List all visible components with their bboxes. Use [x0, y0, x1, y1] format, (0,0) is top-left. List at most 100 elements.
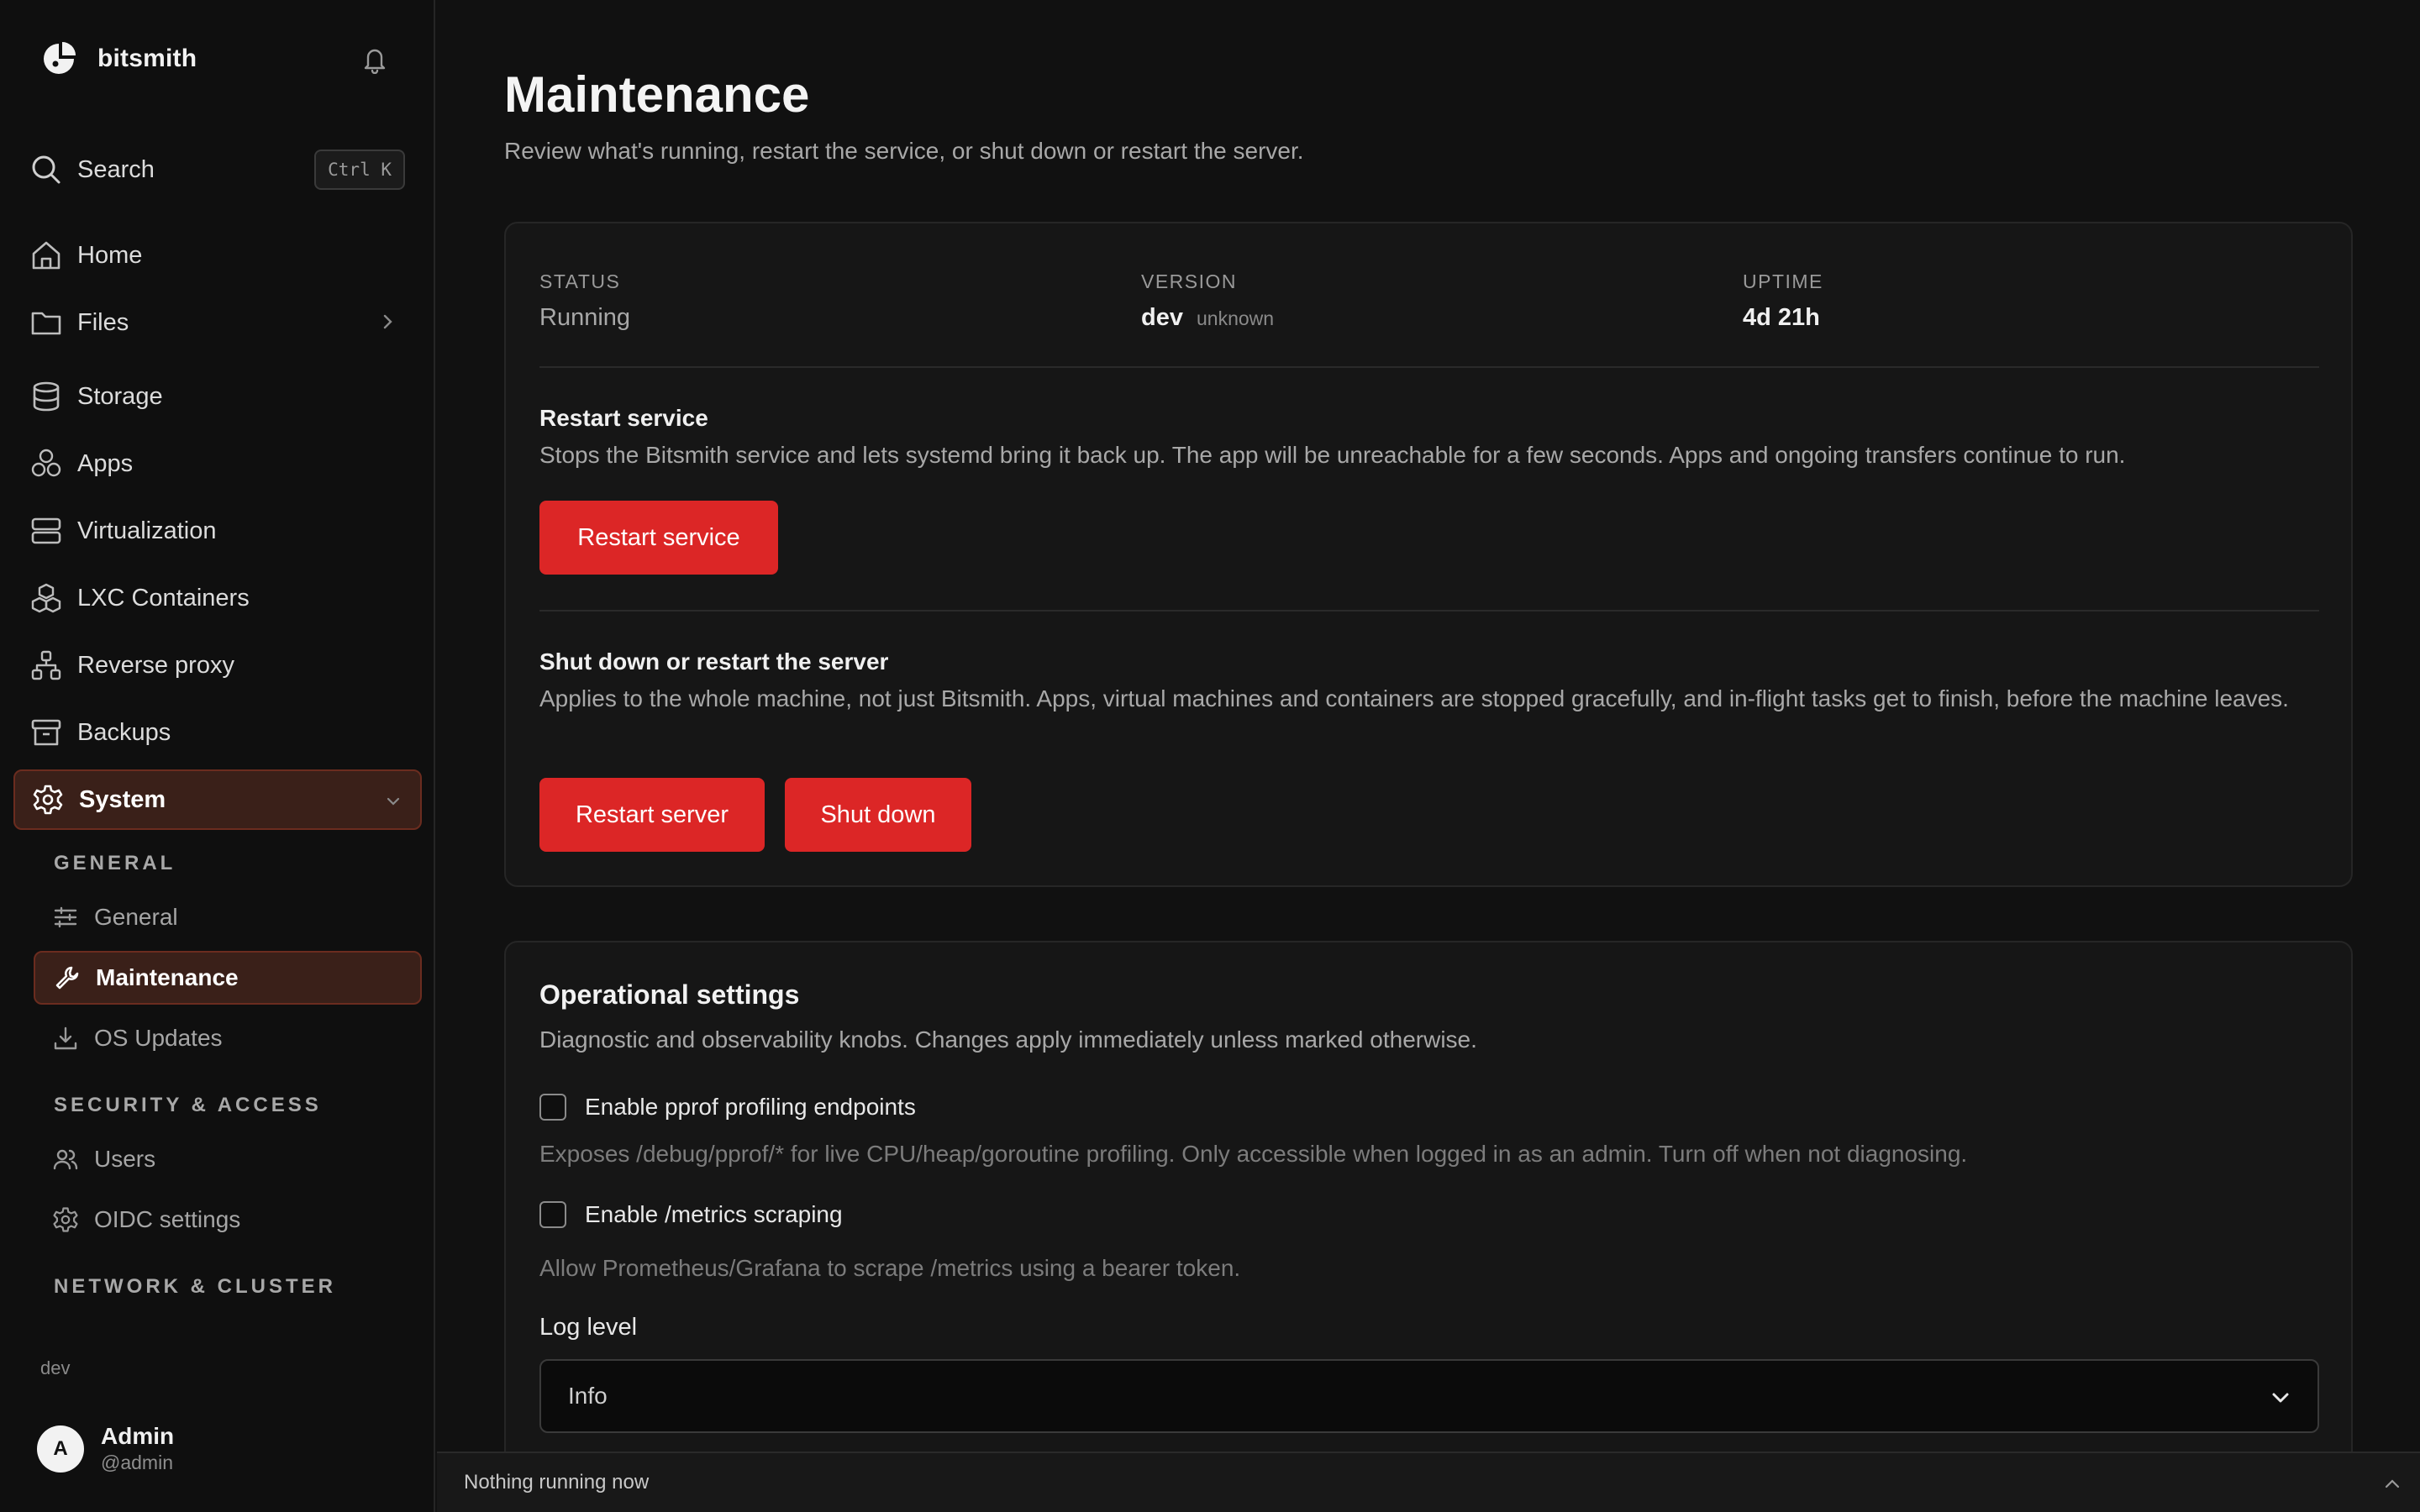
search-shortcut: Ctrl K: [314, 150, 405, 190]
sidebar-item-label: Home: [77, 241, 143, 269]
sidebar-subitem-os-updates[interactable]: OS Updates: [52, 1016, 422, 1060]
sidebar-item-label: Files: [77, 308, 129, 336]
sliders-icon: [52, 904, 79, 931]
metrics-label: Enable /metrics scraping: [585, 1201, 843, 1227]
cog-icon: [52, 1206, 79, 1233]
restart-service-description: Stops the Bitsmith service and lets syst…: [539, 442, 2126, 468]
sidebar-item-label: General: [94, 904, 178, 930]
page-subtitle: Review what's running, restart the servi…: [504, 138, 1304, 164]
operational-settings-description: Diagnostic and observability knobs. Chan…: [539, 1026, 1477, 1053]
sidebar-item-label: Maintenance: [96, 964, 239, 990]
sidebar-item-label: Apps: [77, 449, 134, 477]
log-level-label: Log level: [539, 1314, 638, 1341]
uptime-label: UPTIME: [1743, 270, 1823, 292]
sidebar-item-apps[interactable]: Apps: [30, 440, 405, 487]
version-note: unknown: [1196, 307, 1275, 329]
database-icon: [30, 381, 62, 412]
main-content: Maintenance Review what's running, resta…: [437, 0, 2420, 1512]
pprof-toggle[interactable]: Enable pprof profiling endpoints: [539, 1094, 916, 1121]
restart-service-button[interactable]: Restart service: [539, 501, 778, 575]
metrics-toggle[interactable]: Enable /metrics scraping: [539, 1201, 843, 1228]
server-icon: [30, 515, 62, 547]
sidebar-item-label: Users: [94, 1146, 156, 1172]
search-label: Search: [77, 155, 155, 183]
download-icon: [52, 1025, 79, 1052]
sidebar-subitem-general[interactable]: General: [52, 895, 422, 939]
restart-server-button[interactable]: Restart server: [539, 778, 765, 852]
log-level-select[interactable]: Info: [539, 1359, 2319, 1433]
sidebar-item-label: OIDC settings: [94, 1206, 241, 1232]
user-handle: @admin: [101, 1452, 173, 1473]
sidebar-item-lxc-containers[interactable]: LXC Containers: [30, 575, 405, 622]
sidebar-subitem-oidc-settings[interactable]: OIDC settings: [52, 1198, 422, 1242]
sidebar-item-label: Virtualization: [77, 517, 217, 544]
sidebar-item-label: Reverse proxy: [77, 651, 234, 679]
pprof-label: Enable pprof profiling endpoints: [585, 1094, 916, 1120]
sidebar-item-label: OS Updates: [94, 1025, 223, 1051]
wrench-icon: [54, 964, 81, 991]
sidebar-subitem-users[interactable]: Users: [52, 1137, 422, 1181]
sidebar-item-label: Backups: [77, 718, 171, 746]
sidebar-item-label: LXC Containers: [77, 584, 250, 612]
section-heading-security: SECURITY & ACCESS: [54, 1094, 322, 1116]
sidebar-item-home[interactable]: Home: [30, 232, 405, 279]
metrics-checkbox[interactable]: [539, 1201, 566, 1228]
brand[interactable]: bitsmith: [40, 40, 197, 77]
version-label: VERSION: [1141, 270, 1238, 292]
sidebar-item-files[interactable]: Files: [30, 299, 405, 346]
maintenance-card: STATUS Running VERSION dev unknown UPTIM…: [504, 222, 2353, 887]
task-status-text: Nothing running now: [464, 1471, 650, 1494]
operational-settings-card: Operational settings Diagnostic and obse…: [504, 941, 2353, 1512]
sidebar-item-backups[interactable]: Backups: [30, 709, 405, 756]
version-value: dev: [1141, 304, 1183, 331]
restart-service-title: Restart service: [539, 405, 708, 431]
section-heading-general: GENERAL: [54, 852, 176, 874]
sidebar: bitsmith Search Ctrl K Home Files Storag…: [0, 0, 435, 1512]
sidebar-item-virtualization[interactable]: Virtualization: [30, 507, 405, 554]
status-label: STATUS: [539, 270, 621, 292]
status-value: Running: [539, 304, 631, 331]
brand-name: bitsmith: [97, 45, 197, 72]
pprof-help: Exposes /debug/pprof/* for live CPU/heap…: [539, 1141, 1968, 1167]
divider: [539, 366, 2319, 368]
page-title: Maintenance: [504, 66, 810, 123]
pprof-checkbox[interactable]: [539, 1094, 566, 1121]
avatar: A: [37, 1425, 84, 1473]
power-title: Shut down or restart the server: [539, 648, 889, 675]
section-heading-network: NETWORK & CLUSTER: [54, 1275, 336, 1298]
sidebar-item-label: System: [79, 785, 166, 813]
chevron-right-icon: [378, 312, 397, 331]
archive-icon: [30, 717, 62, 748]
logo-icon: [40, 40, 79, 77]
divider: [539, 610, 2319, 612]
uptime-value: 4d 21h: [1743, 304, 1820, 331]
search-icon: [30, 154, 62, 186]
version-tag: dev: [40, 1357, 71, 1378]
user-menu[interactable]: A Admin @admin: [37, 1423, 174, 1474]
home-icon: [30, 239, 62, 271]
notifications-button[interactable]: [361, 45, 388, 74]
user-name: Admin: [101, 1423, 175, 1449]
shut-down-button[interactable]: Shut down: [785, 778, 971, 852]
apps-icon: [30, 448, 62, 480]
sidebar-item-system[interactable]: System: [13, 769, 422, 830]
sidebar-item-storage[interactable]: Storage: [30, 373, 405, 420]
chevron-up-icon[interactable]: [2383, 1475, 2402, 1494]
network-icon: [30, 649, 62, 681]
sidebar-item-reverse-proxy[interactable]: Reverse proxy: [30, 642, 405, 689]
users-icon: [52, 1146, 79, 1173]
chevron-down-icon: [385, 793, 402, 810]
sidebar-subitem-maintenance[interactable]: Maintenance: [34, 951, 422, 1005]
sidebar-item-label: Storage: [77, 382, 163, 410]
search-button[interactable]: Search Ctrl K: [30, 146, 405, 193]
log-level-value: Info: [568, 1383, 608, 1409]
task-status-bar[interactable]: Nothing running now: [437, 1452, 2420, 1512]
operational-settings-title: Operational settings: [539, 979, 800, 1010]
boxes-icon: [30, 582, 62, 614]
power-description: Applies to the whole machine, not just B…: [539, 685, 2289, 711]
gear-icon: [32, 784, 64, 816]
bell-icon: [361, 45, 388, 74]
metrics-help: Allow Prometheus/Grafana to scrape /metr…: [539, 1255, 1241, 1281]
version-value-group: dev unknown: [1141, 304, 1274, 332]
chevron-down-icon: [2269, 1386, 2292, 1410]
